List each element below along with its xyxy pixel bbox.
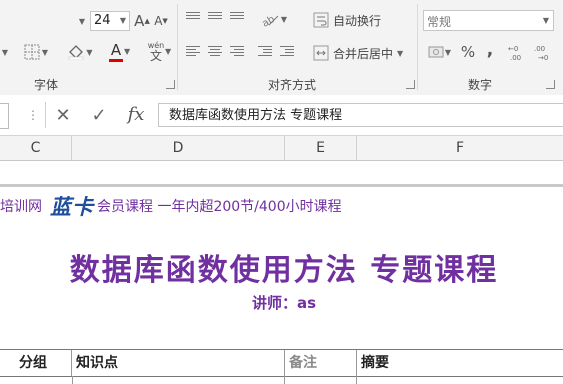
page-title: 数据库函数使用方法 专题课程	[69, 253, 499, 288]
font-size-combo[interactable]: 24 ▼	[90, 11, 130, 31]
font-group-label: 字体	[34, 78, 59, 92]
svg-text:.00: .00	[534, 45, 545, 53]
check-icon: ✓	[91, 104, 107, 126]
lecturer-label: 讲师：as	[251, 294, 317, 312]
chevron-down-icon: ▼	[542, 16, 549, 25]
enter-entry-button[interactable]: ✓	[86, 103, 112, 127]
orientation-button[interactable]: ab ▼	[258, 10, 290, 28]
table-header-row: 分组 知识点 备注 摘要	[0, 349, 563, 377]
increase-decimal-button[interactable]: ←0.00	[508, 42, 528, 64]
number-dialog-launcher-icon[interactable]	[546, 80, 555, 89]
fill-bucket-icon	[69, 45, 84, 60]
bottom-align-button[interactable]	[230, 10, 246, 26]
formula-separator	[45, 102, 46, 128]
alignment-dialog-launcher-icon[interactable]	[406, 80, 415, 89]
number-group-label: 数字	[468, 78, 493, 92]
table-row[interactable]	[0, 376, 563, 384]
chevron-down-icon[interactable]: ▼	[165, 47, 171, 56]
svg-text:←0: ←0	[508, 45, 518, 53]
column-header-e[interactable]: E	[285, 136, 357, 160]
shrink-font-button[interactable]: A ▼	[153, 11, 169, 31]
increase-decimal-icon: ←0.00	[508, 45, 521, 62]
promo-line: 培训网 蓝卡 会员课程 一年内超200节/400小时课程	[0, 192, 342, 220]
formula-input[interactable]: 数据库函数使用方法 专题课程	[158, 103, 563, 127]
fill-color-button[interactable]: ▼	[65, 42, 95, 62]
svg-text:ab: ab	[261, 14, 277, 27]
decrease-decimal-icon: .00→0	[534, 45, 548, 62]
insert-function-button[interactable]: fx	[122, 101, 150, 127]
top-align-button[interactable]	[186, 10, 202, 26]
text-orientation-icon: ab	[261, 14, 279, 27]
column-header-bar: C D E F	[0, 136, 563, 161]
alignment-group-label: 对齐方式	[268, 78, 317, 92]
currency-icon	[428, 46, 444, 58]
merge-cells-icon	[313, 45, 329, 61]
font-dialog-launcher-icon[interactable]	[166, 80, 175, 89]
accounting-format-button[interactable]: ▼	[424, 42, 454, 62]
svg-text:.00: .00	[510, 54, 521, 62]
close-icon: ✕	[55, 104, 71, 126]
column-header-d[interactable]: D	[72, 136, 285, 160]
wrap-text-button[interactable]: 自动换行	[313, 10, 389, 30]
header-knowledge-point[interactable]: 知识点	[72, 350, 285, 376]
borders-dropdown-arrow[interactable]: ▼	[0, 42, 10, 62]
column-header-c[interactable]: C	[0, 136, 72, 160]
promo-left-text: 培训网	[0, 199, 42, 215]
brand-logo: 蓝卡	[50, 194, 94, 219]
align-left-button[interactable]	[186, 44, 202, 60]
font-size-value: 24	[94, 13, 111, 28]
formula-bar-grip-icon: ⋮	[27, 108, 39, 122]
header-rule	[0, 184, 563, 187]
font-color-bar	[109, 58, 123, 62]
increase-indent-button[interactable]	[280, 44, 296, 60]
wrap-text-icon	[313, 12, 329, 28]
align-right-button[interactable]	[230, 44, 246, 60]
cell-divider	[356, 376, 357, 384]
cancel-entry-button[interactable]: ✕	[50, 103, 76, 127]
middle-align-button[interactable]	[208, 10, 224, 26]
fx-icon: fx	[127, 103, 145, 125]
borders-icon	[24, 44, 40, 60]
percent-style-button[interactable]: %	[458, 42, 478, 62]
merge-center-button[interactable]: 合并后居中 ▼	[313, 43, 413, 63]
decrease-indent-button[interactable]	[258, 44, 274, 60]
align-center-button[interactable]	[208, 44, 224, 60]
grow-font-button[interactable]: A ▲	[134, 11, 150, 31]
group-separator	[177, 4, 178, 90]
promo-right-text: 会员课程 一年内超200节/400小时课程	[97, 199, 342, 215]
header-summary[interactable]: 摘要	[357, 350, 563, 376]
chevron-down-icon[interactable]: ▼	[124, 47, 130, 56]
column-header-f[interactable]: F	[357, 136, 563, 160]
font-name-dropdown-arrow[interactable]: ▼	[76, 12, 88, 30]
cell-divider	[284, 376, 285, 384]
borders-button[interactable]: ▼	[23, 42, 49, 62]
decrease-decimal-button[interactable]: .00 →0	[534, 42, 554, 64]
number-format-combo[interactable]: 常规 ▼	[423, 10, 554, 31]
chevron-down-icon: ▼	[119, 16, 126, 25]
cell-divider	[72, 376, 73, 384]
group-separator	[417, 4, 418, 90]
header-remark[interactable]: 备注	[285, 350, 357, 376]
name-box[interactable]	[0, 103, 9, 129]
svg-text:→0: →0	[538, 54, 548, 62]
comma-style-button[interactable]: ,	[482, 40, 498, 60]
ribbon: ▼ 24 ▼ A ▲ A ▼ ▼ ▼ ▼ A ▼ wén 文 ▼ 字体 ab ▼ 自…	[0, 0, 563, 117]
header-group[interactable]: 分组	[0, 350, 72, 376]
